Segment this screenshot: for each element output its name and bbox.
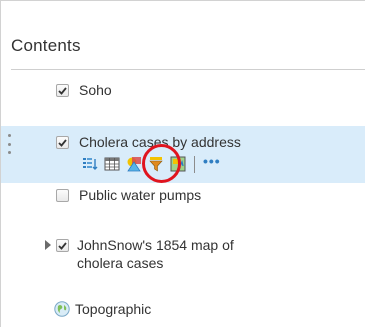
layer-visibility-checkbox[interactable] [56,136,69,149]
layer-item-johnsnow-map[interactable]: JohnSnow's 1854 map of cholera cases [56,237,234,272]
title-divider [11,69,365,70]
layer-visibility-checkbox[interactable] [56,84,69,97]
change-style-icon[interactable] [126,156,142,172]
layer-label: Public water pumps [79,187,202,203]
basemap-label[interactable]: Topographic [75,301,151,317]
more-options-button[interactable]: ••• [203,153,221,169]
layer-visibility-checkbox[interactable] [56,239,69,252]
contents-panel: Contents Soho Cholera cases by address •… [0,0,365,327]
table-icon[interactable] [104,156,120,172]
layer-label: Soho [79,82,112,98]
checkmark-icon [58,138,67,147]
layer-item-soho[interactable]: Soho [56,82,112,99]
checkmark-icon [58,241,67,250]
layer-label-line-2: cholera cases [77,255,164,271]
layer-label-line-1: JohnSnow's 1854 map of [77,237,234,253]
checkmark-icon [58,86,67,95]
show-table-icon[interactable] [82,156,98,172]
globe-icon [54,301,70,317]
layer-label: JohnSnow's 1854 map of cholera cases [77,237,234,272]
drag-handle-icon[interactable] [8,134,12,154]
panel-title: Contents [11,36,81,55]
highlight-annotation-circle [142,144,181,183]
expand-arrow-icon[interactable] [45,240,51,250]
layer-item-public-water-pumps[interactable]: Public water pumps [56,187,201,204]
layer-visibility-checkbox[interactable] [56,189,69,202]
toolbar-divider [194,155,195,173]
